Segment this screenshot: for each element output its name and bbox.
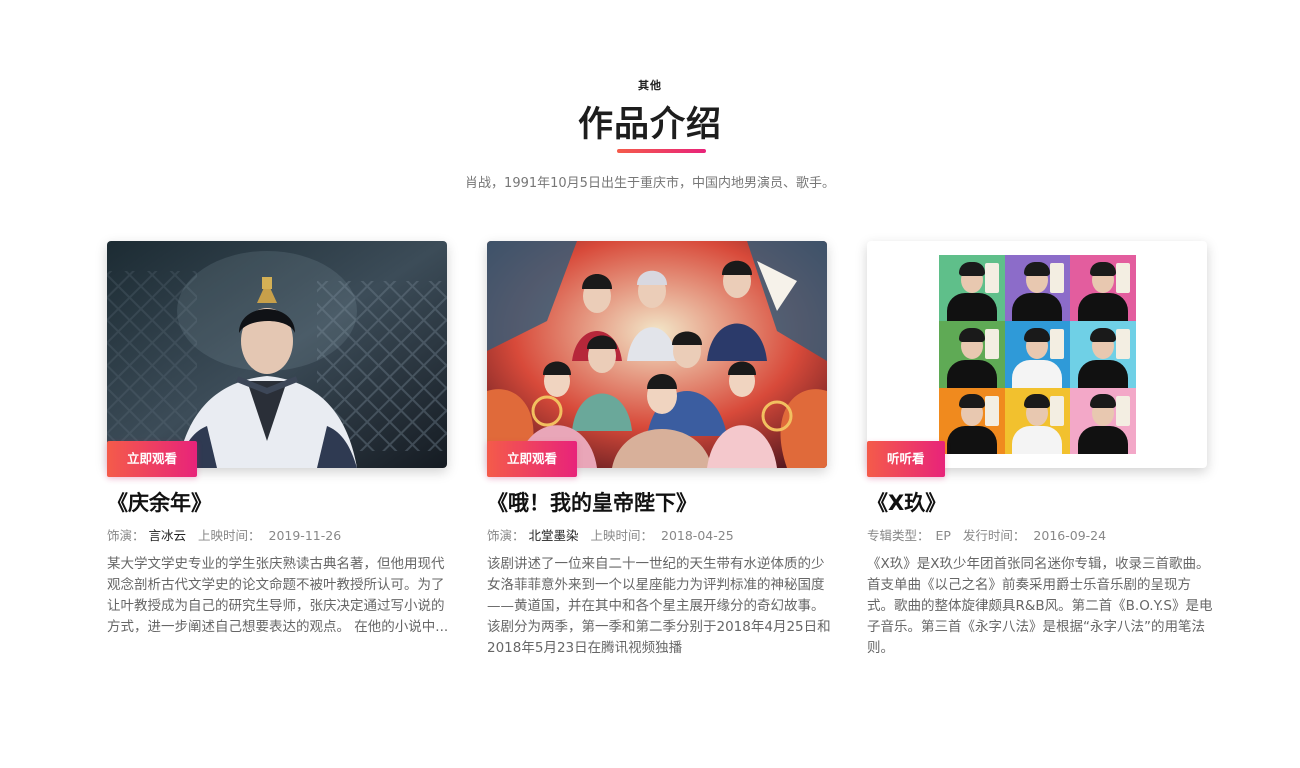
section-subtitle: 肖战，1991年10月5日出生于重庆市，中国内地男演员、歌手。 <box>465 176 835 191</box>
card-title: 《哦！我的皇帝陛下》 <box>487 491 697 515</box>
member-suit <box>1012 426 1063 454</box>
album-member-tile <box>939 321 1005 388</box>
name-tag <box>1115 395 1130 426</box>
watch-now-button[interactable]: 立即观看 <box>487 441 578 477</box>
name-tag <box>1050 395 1065 426</box>
member-suit <box>1078 426 1129 454</box>
member-suit <box>1012 359 1063 388</box>
card-description: 该剧讲述了一位来自二十一世纪的天生带有水逆体质的少女洛菲菲意外来到一个以星座能力… <box>487 556 831 656</box>
role-label: 饰演： <box>487 528 525 543</box>
member-hair <box>1024 394 1051 409</box>
role-label: 饰演： <box>107 528 145 543</box>
listen-button[interactable]: 听听看 <box>867 441 945 477</box>
date-label: 上映时间： <box>590 528 654 543</box>
member-hair <box>1090 327 1117 342</box>
member-suit <box>946 293 997 322</box>
card-title: 《X玖》 <box>867 491 947 515</box>
name-tag <box>1050 329 1065 360</box>
poster-image-qingyunian[interactable] <box>107 241 447 468</box>
member-hair <box>1090 261 1117 276</box>
member-hair <box>1090 394 1117 409</box>
album-member-tile <box>1004 387 1071 454</box>
date-value: 2018-04-25 <box>661 528 734 543</box>
card-title: 《庆余年》 <box>107 491 212 515</box>
album-member-tile <box>1070 321 1136 388</box>
name-tag <box>984 263 999 293</box>
section-eyebrow: 其他 <box>638 79 662 92</box>
title-underline <box>617 149 706 153</box>
album-type-value: EP <box>935 528 951 543</box>
name-tag <box>984 329 999 360</box>
member-suit <box>1012 293 1063 322</box>
card-description: 《X玖》是X玖少年团首张同名迷你专辑，收录三首歌曲。首支单曲《以己之名》前奏采用… <box>867 556 1213 656</box>
member-suit <box>1078 359 1129 388</box>
album-member-tile <box>1004 321 1071 388</box>
poster-image-huangdi-bixia[interactable] <box>487 241 827 468</box>
card-meta: 饰演： 言冰云 上映时间： 2019-11-26 <box>107 527 457 545</box>
card-meta: 饰演： 北堂墨染 上映时间： 2018-04-25 <box>487 527 837 545</box>
card-meta: 专辑类型： EP 发行时间： 2016-09-24 <box>867 527 1217 545</box>
card-description: 某大学文学史专业的学生张庆熟读古典名著，但他用现代观念剖析古代文学史的论文命题不… <box>107 556 449 635</box>
member-hair <box>958 261 985 276</box>
member-suit <box>946 426 997 454</box>
album-member-tile <box>939 387 1005 454</box>
member-hair <box>1024 327 1051 342</box>
album-member-tile <box>1070 387 1136 454</box>
album-member-tile <box>939 255 1005 322</box>
release-date-value: 2016-09-24 <box>1033 528 1107 543</box>
name-tag <box>984 395 999 426</box>
role-value: 言冰云 <box>148 528 187 543</box>
album-member-tile <box>1004 255 1071 322</box>
member-hair <box>1024 261 1051 276</box>
member-suit <box>946 359 997 388</box>
album-type-label: 专辑类型： <box>867 528 930 543</box>
name-tag <box>1115 263 1130 293</box>
member-hair <box>958 394 985 409</box>
role-value: 北堂墨染 <box>528 528 579 543</box>
member-suit <box>1078 293 1129 322</box>
section-title: 作品介绍 <box>577 105 722 145</box>
name-tag <box>1050 263 1065 293</box>
date-label: 上映时间： <box>198 528 261 543</box>
member-hair <box>958 327 985 342</box>
release-date-label: 发行时间： <box>962 528 1026 543</box>
album-member-tile <box>1070 255 1136 322</box>
poster-image-x-jiu[interactable] <box>867 241 1207 468</box>
name-tag <box>1115 329 1130 360</box>
watch-now-button[interactable]: 立即观看 <box>107 441 198 477</box>
date-value: 2019-11-26 <box>268 528 342 543</box>
album-cover-grid <box>939 255 1136 454</box>
